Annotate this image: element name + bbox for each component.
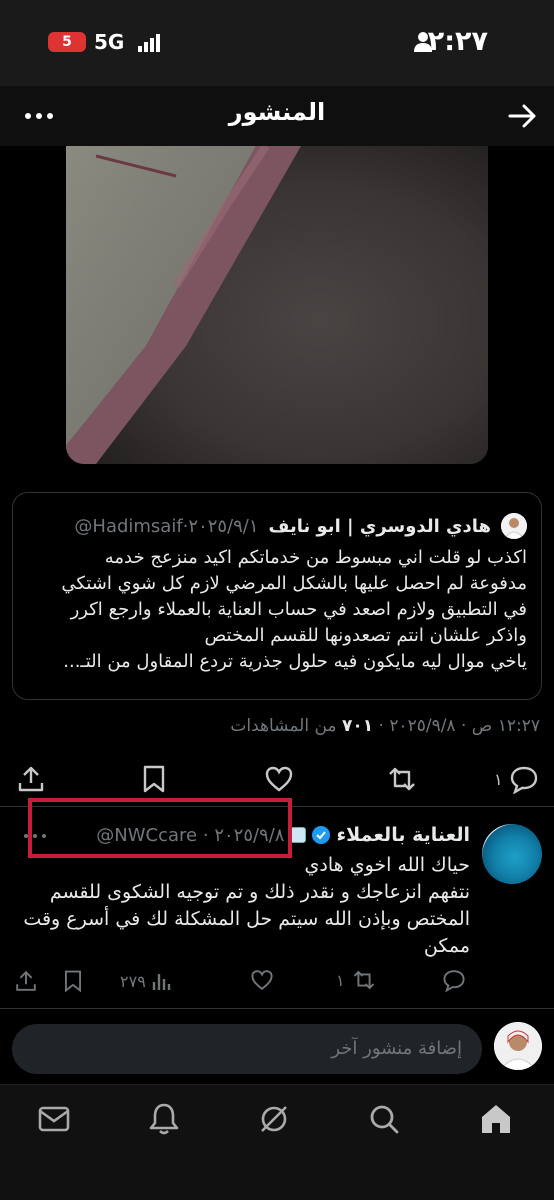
notifications-icon[interactable] [146, 1101, 182, 1137]
bookmark-icon [64, 970, 82, 993]
bookmark-icon [143, 765, 165, 793]
reply-text-line: نتفهم انزعاجك و نقدر ذلك و تم توجيه الشك… [49, 881, 470, 903]
like-button[interactable] [264, 764, 294, 794]
quoted-author-name[interactable]: هادي الدوسري | ابو نايف [269, 516, 491, 537]
repost-button[interactable] [386, 764, 418, 794]
battery-icon: 5 [48, 32, 86, 52]
reply-repost-count: ١ [336, 970, 345, 990]
grok-icon[interactable] [256, 1101, 292, 1137]
reply-repost-button[interactable]: ١ [336, 968, 377, 992]
my-avatar[interactable] [494, 1022, 542, 1070]
quoted-author-handle-date: @Hadimsaif·٢٠٢٥/٩/١ [74, 515, 259, 537]
verified-badge-icon [312, 826, 331, 844]
home-icon[interactable] [478, 1101, 514, 1137]
reply-text-line: حياك الله اخوي هادي [304, 854, 470, 876]
reply-text: حياك الله اخوي هادي نتفهم انزعاجك و نقدر… [16, 852, 470, 960]
top-nav: المنشور [0, 86, 554, 146]
pavement-photo [66, 146, 488, 464]
bottom-nav [0, 1084, 554, 1200]
reply-reply-button[interactable] [442, 968, 466, 992]
quoted-text-line: مدفوعة لم احصل عليها بالشكل المرضي لازم … [61, 573, 527, 594]
page-title: المنشور [228, 98, 326, 126]
reply-bookmark-button[interactable] [62, 968, 84, 994]
reply-author-name[interactable]: العناية بالعملاء [336, 824, 470, 846]
reply-action-bar: ٢٧٩ ١ [0, 968, 554, 998]
comment-icon [510, 766, 537, 794]
network-label: 5G [94, 30, 125, 54]
quoted-author-avatar[interactable] [501, 513, 527, 539]
reply-views-button[interactable]: ٢٧٩ [120, 970, 172, 992]
post-views-label: من المشاهدات [230, 716, 337, 736]
heart-icon [265, 766, 293, 792]
post-timestamp: ١٢:٢٧ ص · ٢٠٢٥/٩/٨ · ٧٠١ من المشاهدات [230, 716, 540, 736]
divider [0, 1008, 554, 1009]
share-icon [18, 766, 44, 792]
status-bar: 5 5G ٢:٢٧ [0, 0, 554, 86]
quoted-post-header: هادي الدوسري | ابو نايف @Hadimsaif·٢٠٢٥/… [74, 511, 527, 541]
quoted-text-line: ياخي موال ليه مايكون فيه حلول جذرية تردع… [63, 651, 527, 672]
quoted-text-line: واذكر علشان انتم تصعدونها للقسم المختص [204, 625, 527, 646]
quoted-text-line: اكذب لو قلت اني مبسوط من خدماتكم اكيد من… [104, 547, 527, 568]
post-image[interactable] [66, 146, 488, 464]
post-views-count: ٧٠١ [341, 716, 374, 736]
reply-like-button[interactable] [250, 968, 274, 992]
bookmark-button[interactable] [140, 764, 168, 794]
quoted-post-card[interactable]: هادي الدوسري | ابو نايف @Hadimsaif·٢٠٢٥/… [12, 492, 542, 700]
signal-icon [138, 34, 160, 52]
quoted-text-line: في التطبيق ولازم اصعد في حساب العناية با… [70, 599, 527, 620]
compose-input[interactable]: إضافة منشور آخر [12, 1024, 482, 1074]
reply-share-button[interactable] [14, 968, 38, 994]
compose-bar: إضافة منشور آخر [0, 1018, 554, 1082]
share-icon [16, 970, 36, 991]
post-action-bar: ١ [0, 764, 554, 798]
post-time-date: ١٢:٢٧ ص · ٢٠٢٥/٩/٨ · [378, 716, 541, 736]
quoted-post-text: اكذب لو قلت اني مبسوط من خدماتكم اكيد من… [22, 545, 527, 675]
analytics-icon [152, 974, 170, 990]
reply-button[interactable]: ١ [494, 764, 539, 794]
back-arrow-icon[interactable] [506, 100, 538, 132]
heart-icon [251, 970, 273, 991]
search-icon[interactable] [366, 1101, 402, 1137]
repost-icon [353, 970, 374, 990]
red-highlight-box [28, 798, 292, 858]
status-time: ٢:٢٧ [427, 26, 488, 57]
reply-author-avatar[interactable] [482, 824, 542, 884]
reply-count: ١ [494, 769, 503, 789]
messages-icon[interactable] [36, 1101, 72, 1137]
org-affiliation-icon [290, 827, 307, 843]
repost-icon [389, 767, 415, 791]
comment-icon [443, 970, 465, 992]
reply-text-line: ممكن [423, 935, 470, 957]
reply-text-line: المختص وبإذن الله سيتم حل المشكلة لك في … [23, 908, 470, 930]
share-button[interactable] [16, 764, 46, 794]
reply-views-count: ٢٧٩ [120, 971, 146, 991]
